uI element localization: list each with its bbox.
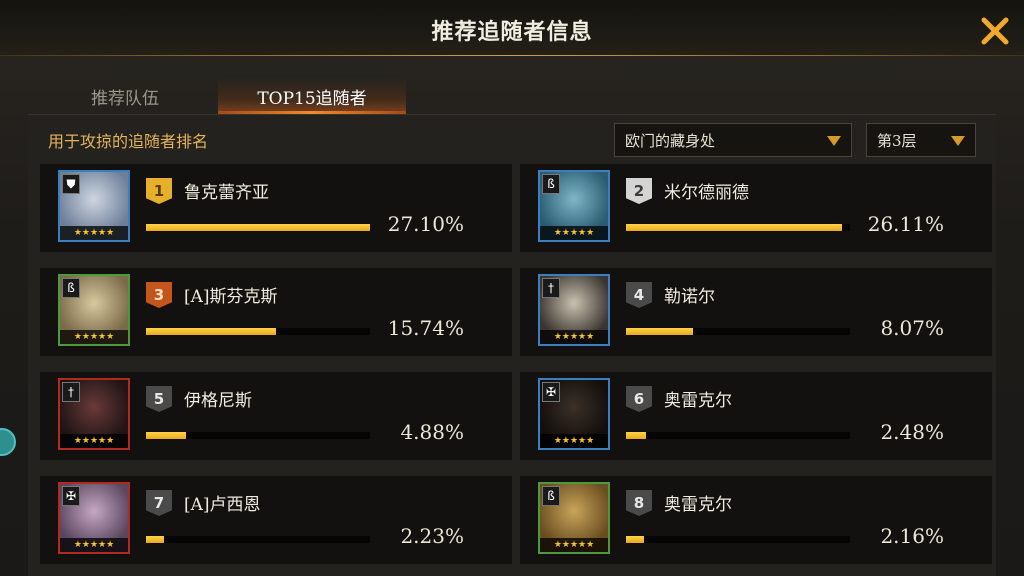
follower-card[interactable]: ✠ ★★★★★ 7 [A]卢西恩 2.23%	[40, 476, 512, 564]
follower-name: 伊格尼斯	[184, 391, 252, 411]
follower-portrait[interactable]: † ★★★★★	[58, 378, 130, 450]
follower-card[interactable]: ⛊ ★★★★★ 1 鲁克蕾齐亚 27.10%	[40, 164, 512, 252]
follower-portrait[interactable]: ⛊ ★★★★★	[58, 170, 130, 242]
follower-card[interactable]: ß ★★★★★ 3 [A]斯芬克斯 15.74%	[40, 268, 512, 356]
star-rating: ★★★★★	[60, 538, 128, 552]
usage-bar	[626, 224, 850, 231]
star-rating: ★★★★★	[60, 434, 128, 448]
usage-percent: 27.10%	[387, 212, 464, 236]
rank-badge: 6	[626, 386, 652, 412]
usage-bar-fill	[146, 224, 370, 231]
follower-card[interactable]: ß ★★★★★ 8 奥雷克尔 2.16%	[520, 476, 992, 564]
chevron-down-icon	[827, 136, 841, 146]
close-icon	[981, 17, 1009, 45]
follower-name: 勒诺尔	[664, 287, 715, 307]
follower-card[interactable]: † ★★★★★ 5 伊格尼斯 4.88%	[40, 372, 512, 460]
rank-badge: 3	[146, 282, 172, 308]
follower-name: [A]斯芬克斯	[184, 287, 278, 307]
rank-badge: 4	[626, 282, 652, 308]
usage-bar	[626, 328, 850, 335]
usage-bar-fill	[626, 536, 644, 543]
follower-name: 鲁克蕾齐亚	[184, 183, 269, 203]
star-rating: ★★★★★	[540, 226, 608, 240]
usage-bar-fill	[146, 328, 276, 335]
cross-icon: ✠	[62, 486, 80, 506]
staff-icon: ß	[542, 486, 560, 506]
star-rating: ★★★★★	[60, 330, 128, 344]
usage-bar	[626, 536, 850, 543]
usage-percent: 15.74%	[387, 316, 464, 340]
follower-name: 奥雷克尔	[664, 391, 732, 411]
title-bar: 推荐追随者信息	[0, 0, 1024, 56]
follower-card[interactable]: ✠ ★★★★★ 6 奥雷克尔 2.48%	[520, 372, 992, 460]
usage-percent: 4.88%	[400, 420, 464, 444]
staff-icon: ß	[542, 174, 560, 194]
follower-portrait[interactable]: ß ★★★★★	[538, 170, 610, 242]
dagger-icon: †	[62, 382, 80, 402]
usage-bar-fill	[146, 432, 186, 439]
star-rating: ★★★★★	[540, 434, 608, 448]
usage-percent: 26.11%	[867, 212, 944, 236]
follower-name: [A]卢西恩	[184, 495, 261, 515]
rank-badge: 7	[146, 490, 172, 516]
usage-bar	[146, 536, 370, 543]
usage-bar	[626, 432, 850, 439]
location-dropdown[interactable]: 欧门的藏身处	[614, 123, 852, 157]
follower-card[interactable]: ß ★★★★★ 2 米尔德丽德 26.11%	[520, 164, 992, 252]
page-title: 推荐追随者信息	[431, 19, 593, 45]
usage-bar-fill	[626, 224, 842, 231]
location-dropdown-value: 欧门的藏身处	[625, 131, 716, 150]
star-rating: ★★★★★	[60, 226, 128, 240]
floor-dropdown[interactable]: 第3层	[866, 123, 976, 157]
usage-bar	[146, 224, 370, 231]
tab-top15-followers[interactable]: TOP15追随者	[218, 78, 406, 114]
dagger-icon: †	[542, 278, 560, 298]
close-button[interactable]	[978, 14, 1012, 48]
rank-badge: 2	[626, 178, 652, 204]
follower-name: 奥雷克尔	[664, 495, 732, 515]
usage-bar-fill	[146, 536, 164, 543]
cross-icon: ✠	[542, 382, 560, 402]
rank-badge: 8	[626, 490, 652, 516]
ranking-subtitle: 用于攻掠的追随者排名	[48, 132, 209, 151]
usage-bar-fill	[626, 328, 693, 335]
floor-dropdown-value: 第3层	[877, 131, 917, 150]
follower-portrait[interactable]: ✠ ★★★★★	[538, 378, 610, 450]
follower-portrait[interactable]: † ★★★★★	[538, 274, 610, 346]
usage-percent: 2.23%	[400, 524, 464, 548]
usage-percent: 8.07%	[880, 316, 944, 340]
rank-badge: 1	[146, 178, 172, 204]
star-rating: ★★★★★	[540, 538, 608, 552]
rank-badge: 5	[146, 386, 172, 412]
shield-icon: ⛊	[62, 174, 80, 194]
follower-portrait[interactable]: ✠ ★★★★★	[58, 482, 130, 554]
usage-bar-fill	[626, 432, 646, 439]
follower-card[interactable]: † ★★★★★ 4 勒诺尔 8.07%	[520, 268, 992, 356]
usage-bar	[146, 328, 370, 335]
usage-percent: 2.16%	[880, 524, 944, 548]
chevron-down-icon	[951, 136, 965, 146]
star-rating: ★★★★★	[540, 330, 608, 344]
follower-portrait[interactable]: ß ★★★★★	[538, 482, 610, 554]
tab-recommended-team[interactable]: 推荐队伍	[70, 78, 180, 114]
usage-percent: 2.48%	[880, 420, 944, 444]
staff-icon: ß	[62, 278, 80, 298]
follower-portrait[interactable]: ß ★★★★★	[58, 274, 130, 346]
follower-name: 米尔德丽德	[664, 183, 749, 203]
usage-bar	[146, 432, 370, 439]
